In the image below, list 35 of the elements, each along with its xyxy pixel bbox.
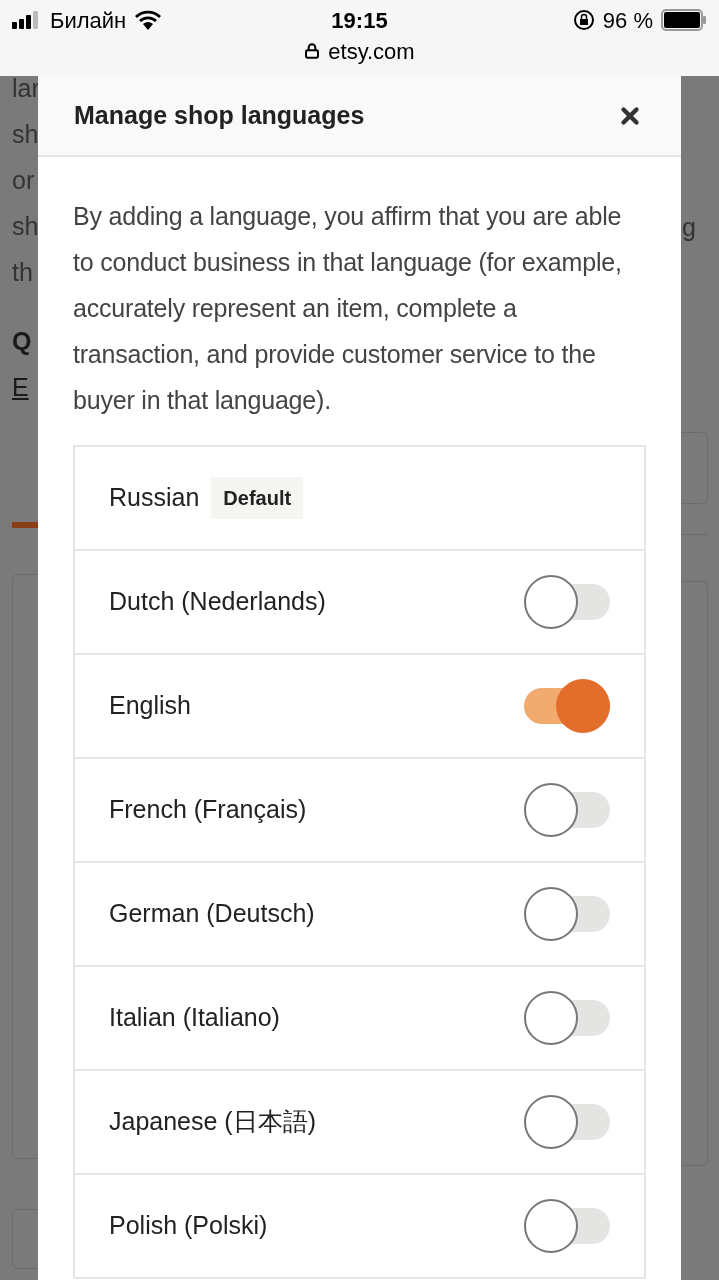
clock-time: 19:15 <box>331 6 388 35</box>
carrier-name: Билайн <box>50 6 127 35</box>
language-name: Polish (Polski) <box>109 1210 268 1242</box>
language-name: Italian (Italiano) <box>109 1002 280 1034</box>
language-name: French (Français) <box>109 794 307 826</box>
language-toggle[interactable] <box>524 887 610 941</box>
lock-icon <box>304 43 321 59</box>
heading-fragment: Q <box>12 327 32 355</box>
background-card <box>681 432 708 504</box>
language-toggle[interactable] <box>524 991 610 1045</box>
text-fragment: th <box>12 258 33 286</box>
language-toggle[interactable] <box>524 1095 610 1149</box>
language-name: German (Deutsch) <box>109 898 315 930</box>
battery-percent: 96 % <box>602 6 653 35</box>
language-toggle[interactable] <box>524 1199 610 1253</box>
link-fragment[interactable]: E <box>12 373 29 401</box>
default-badge: Default <box>211 477 304 519</box>
tab-indicator <box>12 522 38 528</box>
url-text[interactable]: etsy.com <box>328 34 415 68</box>
text-fragment: g <box>682 213 696 241</box>
language-name: Russian <box>109 482 200 514</box>
language-name: Dutch (Nederlands) <box>109 586 326 618</box>
language-name: English <box>109 690 191 722</box>
language-toggle[interactable] <box>524 575 610 629</box>
text-fragment: sh <box>12 212 38 240</box>
wifi-icon <box>134 10 163 30</box>
rotation-lock-icon <box>572 9 595 31</box>
text-fragment: sh <box>12 120 38 148</box>
language-toggle[interactable] <box>524 783 610 837</box>
dialog-description: By adding a language, you affirm that you are able to conduct business in that language (for example, accurately represent an item, complete a transaction, and provide customer service to the buyer in that language). <box>72 201 623 416</box>
text-fragment: or <box>12 166 35 194</box>
battery-icon <box>661 9 707 31</box>
dialog-title: Manage shop languages <box>74 99 366 131</box>
language-toggle[interactable] <box>524 679 610 733</box>
language-name: Japanese (日本語) <box>109 1106 317 1138</box>
